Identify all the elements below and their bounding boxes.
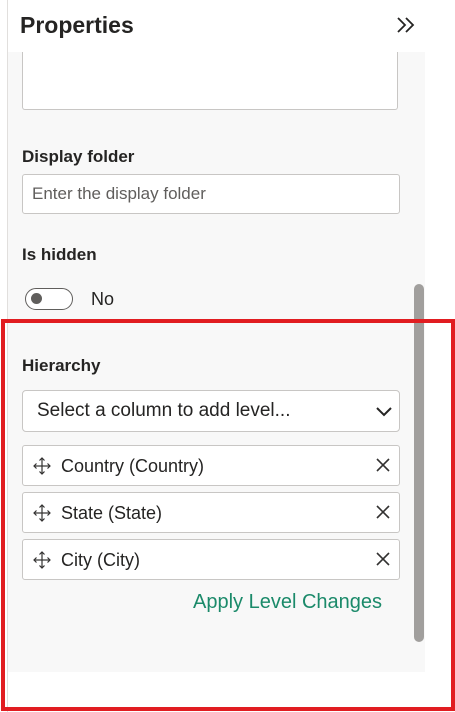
hierarchy-level-item[interactable]: Country (Country) bbox=[22, 445, 400, 486]
chevron-down-icon bbox=[376, 407, 392, 417]
close-icon[interactable] bbox=[374, 456, 392, 474]
toggle-knob bbox=[31, 293, 42, 304]
hierarchy-level-label: City (City) bbox=[61, 550, 140, 570]
display-folder-input[interactable] bbox=[22, 174, 400, 214]
pane-header: Properties bbox=[8, 0, 425, 52]
is-hidden-label: Is hidden bbox=[22, 245, 97, 264]
apply-level-changes-button[interactable]: Apply Level Changes bbox=[193, 591, 382, 614]
hierarchy-level-item[interactable]: City (City) bbox=[22, 539, 400, 580]
vertical-scrollbar[interactable] bbox=[414, 284, 424, 642]
hierarchy-label: Hierarchy bbox=[22, 356, 101, 375]
pane-title: Properties bbox=[20, 12, 134, 38]
display-folder-label: Display folder bbox=[22, 147, 135, 166]
pane-footer-area bbox=[8, 672, 425, 712]
description-textarea[interactable] bbox=[22, 52, 398, 110]
add-level-select[interactable]: Select a column to add level... bbox=[22, 390, 400, 432]
add-level-select-text: Select a column to add level... bbox=[37, 400, 291, 421]
move-icon[interactable] bbox=[32, 503, 52, 523]
hierarchy-level-label: Country (Country) bbox=[61, 456, 205, 476]
move-icon[interactable] bbox=[32, 456, 52, 476]
double-chevron-right-icon bbox=[397, 17, 415, 33]
hierarchy-level-item[interactable]: State (State) bbox=[22, 492, 400, 533]
close-icon[interactable] bbox=[374, 550, 392, 568]
collapse-pane-button[interactable] bbox=[393, 12, 419, 38]
is-hidden-toggle[interactable] bbox=[25, 288, 73, 310]
hierarchy-level-label: State (State) bbox=[61, 503, 163, 523]
close-icon[interactable] bbox=[374, 503, 392, 521]
move-icon[interactable] bbox=[32, 550, 52, 570]
is-hidden-state-text: No bbox=[91, 289, 115, 309]
